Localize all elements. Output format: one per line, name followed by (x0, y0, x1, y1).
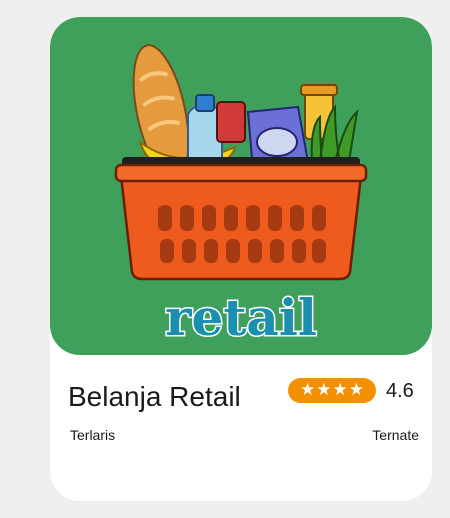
store-location: Ternate (372, 427, 419, 443)
store-card[interactable]: retail Belanja Retail ★ ★ ★ ★ 4.6 Terlar… (50, 17, 432, 501)
store-name: Belanja Retail (68, 381, 241, 412)
grocery-basket-icon: retail (114, 44, 368, 349)
star-icon: ★ (348, 380, 364, 400)
star-icon: ★ (316, 380, 332, 400)
rating-badge: ★ ★ ★ ★ (288, 378, 376, 403)
svg-text:retail: retail (165, 288, 317, 347)
rating-value: 4.6 (386, 380, 414, 402)
store-hero-image: retail (50, 17, 432, 355)
store-tag: Terlaris (70, 427, 116, 443)
star-icon: ★ (300, 380, 316, 400)
star-icon: ★ (332, 380, 348, 400)
